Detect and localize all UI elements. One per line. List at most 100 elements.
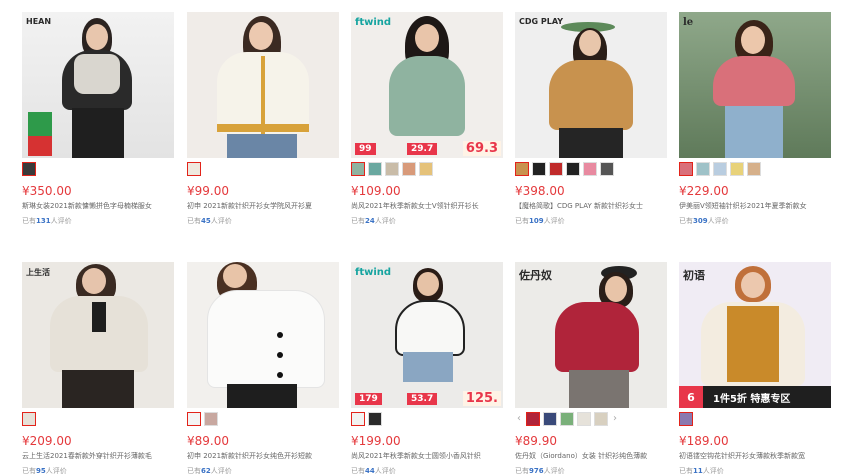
color-thumbnail[interactable] xyxy=(549,162,563,176)
review-count: 已有44人评价 xyxy=(351,467,396,475)
color-thumbnail[interactable] xyxy=(543,412,557,426)
color-thumbnails xyxy=(679,412,693,426)
color-thumbnails xyxy=(679,162,761,176)
color-thumbnail[interactable] xyxy=(419,162,433,176)
color-thumbnail[interactable] xyxy=(22,412,36,426)
color-thumbnails xyxy=(351,162,433,176)
review-count-link[interactable]: 45 xyxy=(201,217,211,225)
product-image[interactable]: le xyxy=(679,12,831,158)
color-thumbnail[interactable] xyxy=(368,162,382,176)
product-image[interactable]: ftwind 179 53.7 125. xyxy=(351,262,503,408)
color-thumbnail[interactable] xyxy=(566,162,580,176)
product-price: ¥89.90 xyxy=(515,434,557,448)
color-thumbnails xyxy=(187,412,218,426)
color-thumbnails xyxy=(187,162,201,176)
product-price: ¥199.00 xyxy=(351,434,401,448)
brand-logo: le xyxy=(683,17,694,28)
product-price: ¥209.00 xyxy=(22,434,72,448)
review-count: 已有24人评价 xyxy=(351,217,396,225)
color-thumbnail[interactable] xyxy=(532,162,546,176)
review-count-link[interactable]: 976 xyxy=(529,467,544,475)
product-image[interactable] xyxy=(187,262,339,408)
color-thumbnail[interactable] xyxy=(368,412,382,426)
product-image[interactable]: HEAN xyxy=(22,12,174,158)
color-thumbnail[interactable] xyxy=(730,162,744,176)
color-thumbnail[interactable] xyxy=(385,162,399,176)
color-thumbnails xyxy=(22,412,36,426)
review-count: 已有45人评价 xyxy=(187,217,232,225)
review-count-link[interactable]: 62 xyxy=(201,467,211,475)
product-title[interactable]: 尚风2021年秋季新款女士圆领小香风针织 xyxy=(351,451,503,461)
review-count: 已有62人评价 xyxy=(187,467,232,475)
color-thumbnail[interactable] xyxy=(351,412,365,426)
brand-logo: ftwind xyxy=(355,17,392,28)
color-thumbnails: ‹ › xyxy=(515,412,619,426)
product-title[interactable]: 初申 2021新款针织开衫女纯色开衫短款 xyxy=(187,451,339,461)
review-count-link[interactable]: 11 xyxy=(693,467,703,475)
color-thumbnail[interactable] xyxy=(560,412,574,426)
brand-logo: 上生活 xyxy=(26,268,50,277)
color-thumbnails xyxy=(515,162,614,176)
product-price: ¥350.00 xyxy=(22,184,72,198)
product-price: ¥109.00 xyxy=(351,184,401,198)
review-count-link[interactable]: 309 xyxy=(693,217,708,225)
product-title[interactable]: 斯琳女装2021新款慵懒拼色字母楠梯服女 xyxy=(22,201,174,211)
color-thumbnail[interactable] xyxy=(187,412,201,426)
product-price: ¥189.00 xyxy=(679,434,729,448)
product-image[interactable] xyxy=(187,12,339,158)
review-count-link[interactable]: 44 xyxy=(365,467,375,475)
brand-logo: 初语 xyxy=(683,269,705,282)
product-title[interactable]: 佐丹奴（Giordano）女装 针织衫纯色薄款 xyxy=(515,451,667,461)
color-thumbnail[interactable] xyxy=(577,412,591,426)
brand-logo: HEAN xyxy=(26,17,52,26)
review-count-link[interactable]: 95 xyxy=(36,467,46,475)
product-title[interactable]: 初申 2021新款针织开衫女学院风开衫夏 xyxy=(187,201,339,211)
color-thumbnail[interactable] xyxy=(526,412,540,426)
promo-banner: 99 29.7 69.3 xyxy=(351,134,503,158)
review-count-link[interactable]: 131 xyxy=(36,217,51,225)
color-thumbnail[interactable] xyxy=(600,162,614,176)
review-count: 已有976人评价 xyxy=(515,467,565,475)
product-image[interactable]: CDG PLAY xyxy=(515,12,667,158)
color-thumbnail[interactable] xyxy=(187,162,201,176)
product-price: ¥99.00 xyxy=(187,184,229,198)
product-title[interactable]: 【魔格简歌】CDG PLAY 新款针织衫女士 xyxy=(515,201,667,211)
chevron-right-icon[interactable]: › xyxy=(611,412,619,426)
promo-banner: 6 1件5折 特惠专区 xyxy=(679,386,831,408)
color-thumbnails xyxy=(22,162,36,176)
color-thumbnails xyxy=(351,412,382,426)
product-price: ¥229.00 xyxy=(679,184,729,198)
review-count: 已有109人评价 xyxy=(515,217,565,225)
review-count: 已有95人评价 xyxy=(22,467,67,475)
product-title[interactable]: 伊美丽V领短袖针织衫2021年夏季新款女 xyxy=(679,201,831,211)
color-thumbnail[interactable] xyxy=(515,162,529,176)
promo-banner: 179 53.7 125. xyxy=(351,384,503,408)
review-count-link[interactable]: 109 xyxy=(529,217,544,225)
color-thumbnail[interactable] xyxy=(22,162,36,176)
color-thumbnail[interactable] xyxy=(594,412,608,426)
brand-logo: 佐丹奴 xyxy=(519,269,552,282)
product-title[interactable]: 尚风2021年秋季新款女士V领针织开衫长 xyxy=(351,201,503,211)
product-image[interactable]: ftwind 99 29.7 69.3 xyxy=(351,12,503,158)
product-price: ¥89.00 xyxy=(187,434,229,448)
product-price: ¥398.00 xyxy=(515,184,565,198)
color-thumbnail[interactable] xyxy=(351,162,365,176)
product-image[interactable]: 佐丹奴 xyxy=(515,262,667,408)
product-title[interactable]: 云上生活2021春新款外穿针织开衫薄款毛 xyxy=(22,451,174,461)
review-count: 已有309人评价 xyxy=(679,217,729,225)
product-image[interactable]: 上生活 xyxy=(22,262,174,408)
color-thumbnail[interactable] xyxy=(583,162,597,176)
color-thumbnail[interactable] xyxy=(679,162,693,176)
review-count: 已有131人评价 xyxy=(22,217,72,225)
product-title[interactable]: 初语镂空钩花针织开衫女薄款秋季新款宽 xyxy=(679,451,831,461)
brand-logo: ftwind xyxy=(355,267,392,278)
product-image[interactable]: 初语 6 1件5折 特惠专区 xyxy=(679,262,831,408)
color-thumbnail[interactable] xyxy=(204,412,218,426)
color-thumbnail[interactable] xyxy=(713,162,727,176)
color-thumbnail[interactable] xyxy=(747,162,761,176)
chevron-left-icon[interactable]: ‹ xyxy=(515,412,523,426)
review-count-link[interactable]: 24 xyxy=(365,217,375,225)
color-thumbnail[interactable] xyxy=(679,412,693,426)
color-thumbnail[interactable] xyxy=(402,162,416,176)
color-thumbnail[interactable] xyxy=(696,162,710,176)
